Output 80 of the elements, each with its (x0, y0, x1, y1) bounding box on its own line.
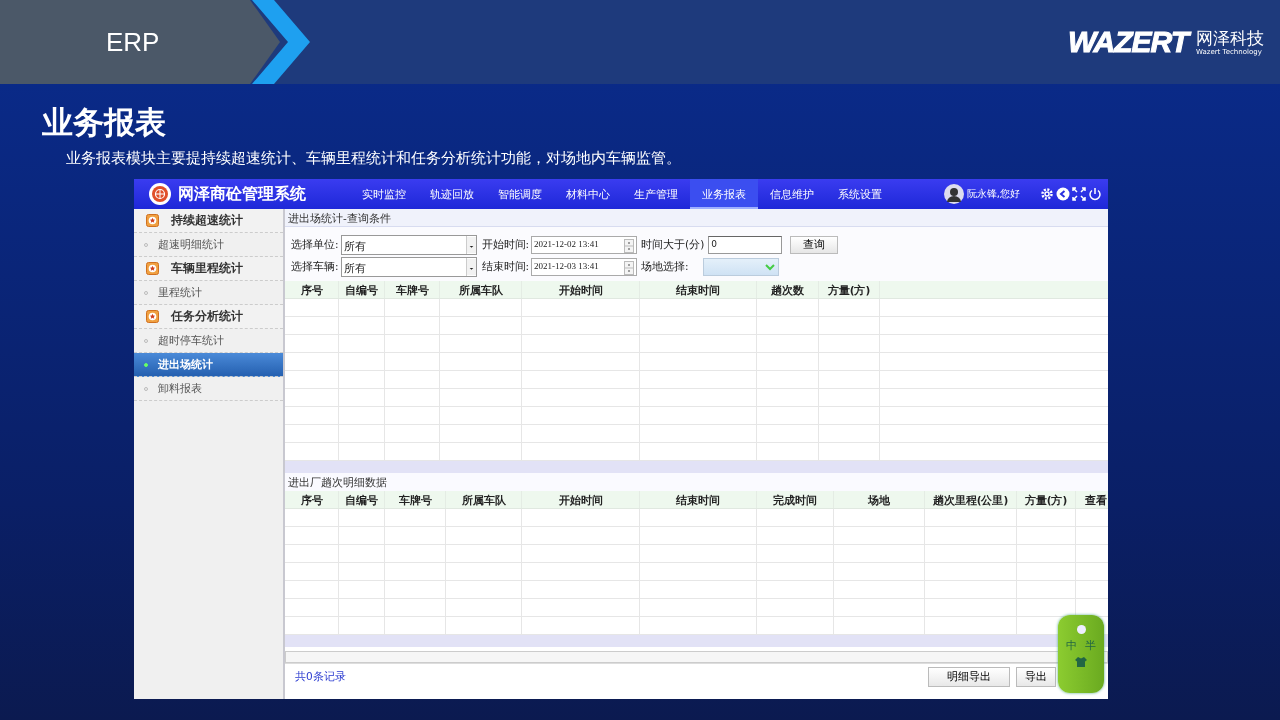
column-header: 所属车队 (446, 491, 522, 508)
nav-tab[interactable]: 系统设置 (826, 179, 894, 209)
chevron-icon (252, 0, 312, 84)
section-title: 进出厂趟次明细数据 (285, 473, 1108, 491)
nav-tab[interactable]: 实时监控 (350, 179, 418, 209)
combo-field[interactable] (702, 258, 779, 276)
export-button[interactable]: 导出 (1016, 666, 1056, 687)
sidebar-group-label: 车辆里程统计 (171, 260, 243, 277)
app-title: 网泽商砼管理系统 (178, 183, 306, 205)
bullet-icon (144, 362, 148, 367)
nav-tab[interactable]: 生产管理 (622, 179, 690, 209)
field-label: 场地选择: (641, 260, 689, 274)
column-header: 趟次里程(公里) (925, 491, 1017, 508)
field-label: 选择车辆: (291, 260, 339, 274)
column-header: 自编号 (339, 491, 385, 508)
column-header: 开始时间 (522, 491, 640, 508)
nav-tab[interactable]: 轨迹回放 (418, 179, 486, 209)
sidebar-item-label: 超时停车统计 (158, 333, 224, 348)
settings-icon[interactable] (1040, 187, 1054, 201)
sidebar-item[interactable]: 进出场统计 (134, 353, 283, 377)
sidebar-group-label: 持续超速统计 (171, 212, 243, 229)
field-label: 时间大于(分) (641, 238, 705, 252)
brand-name: 网泽科技 (1196, 27, 1264, 48)
spinner-icon (624, 261, 635, 275)
nav-tab[interactable]: 材料中心 (554, 179, 622, 209)
datetime-field[interactable]: 2021-12-02 13:41 (531, 236, 638, 254)
column-header: 车牌号 (385, 281, 440, 298)
sidebar-item-label: 超速明细统计 (158, 237, 224, 252)
spinner-icon (624, 239, 635, 253)
sidebar-group-label: 任务分析统计 (171, 308, 243, 325)
column-header: 查看 (1076, 491, 1108, 508)
column-header: 序号 (285, 281, 339, 298)
record-count: 共0条记录 (295, 669, 346, 684)
column-header: 趟次数 (757, 281, 819, 298)
column-header: 所属车队 (440, 281, 522, 298)
shirt-icon (1075, 657, 1087, 667)
user-greeting: 阮永锋,您好 (966, 187, 1020, 201)
nav-tab[interactable]: 智能调度 (486, 179, 554, 209)
avatar-icon (943, 184, 964, 204)
input-field[interactable]: 0 (708, 236, 783, 254)
field-label: 开始时间: (481, 238, 530, 252)
column-header: 场地 (834, 491, 925, 508)
panel-title: 进出场统计-查询条件 (285, 209, 1108, 227)
logo-icon (148, 182, 172, 206)
star-icon (146, 262, 159, 275)
column-header: 结束时间 (640, 491, 757, 508)
select-field[interactable]: 所有 (340, 257, 477, 277)
sidebar-item-label: 里程统计 (158, 285, 202, 300)
slide-description: 业务报表模块主要提持续超速统计、车辆里程统计和任务分析统计功能，对场地内车辆监管。 (66, 148, 682, 168)
column-header: 车牌号 (385, 491, 446, 508)
sidebar-item-label: 卸料报表 (158, 381, 202, 396)
dropdown-icon (465, 258, 476, 276)
field-label: 选择单位: (291, 238, 339, 252)
datetime-field[interactable]: 2021-12-03 13:41 (531, 258, 638, 276)
export-button[interactable]: 明细导出 (928, 666, 1010, 687)
column-header: 方量(方) (1017, 491, 1076, 508)
horizontal-scrollbar[interactable] (285, 651, 1108, 663)
chevron-down-icon (764, 263, 775, 271)
sidebar-item[interactable]: 卸料报表 (134, 377, 283, 401)
slide-title: 业务报表 (42, 103, 167, 142)
ime-dot-icon (1076, 625, 1086, 634)
column-header: 方量(方) (819, 281, 880, 298)
back-icon[interactable] (1056, 187, 1070, 201)
star-icon (146, 310, 159, 323)
column-header: 完成时间 (757, 491, 834, 508)
dropdown-icon (465, 236, 476, 254)
section-label: ERP (0, 0, 280, 84)
sidebar-item-label: 进出场统计 (158, 357, 213, 372)
power-icon[interactable] (1088, 187, 1102, 201)
query-button[interactable]: 查询 (790, 236, 839, 254)
column-header: 序号 (285, 491, 339, 508)
star-icon (146, 214, 159, 227)
field-label: 结束时间: (481, 260, 530, 274)
column-header: 开始时间 (522, 281, 640, 298)
nav-tab[interactable]: 业务报表 (690, 179, 758, 209)
fullscreen-icon[interactable] (1072, 187, 1086, 201)
nav-tab[interactable]: 信息维护 (758, 179, 826, 209)
column-header: 结束时间 (640, 281, 757, 298)
column-header: 自编号 (339, 281, 385, 298)
select-field[interactable]: 所有 (340, 235, 477, 255)
